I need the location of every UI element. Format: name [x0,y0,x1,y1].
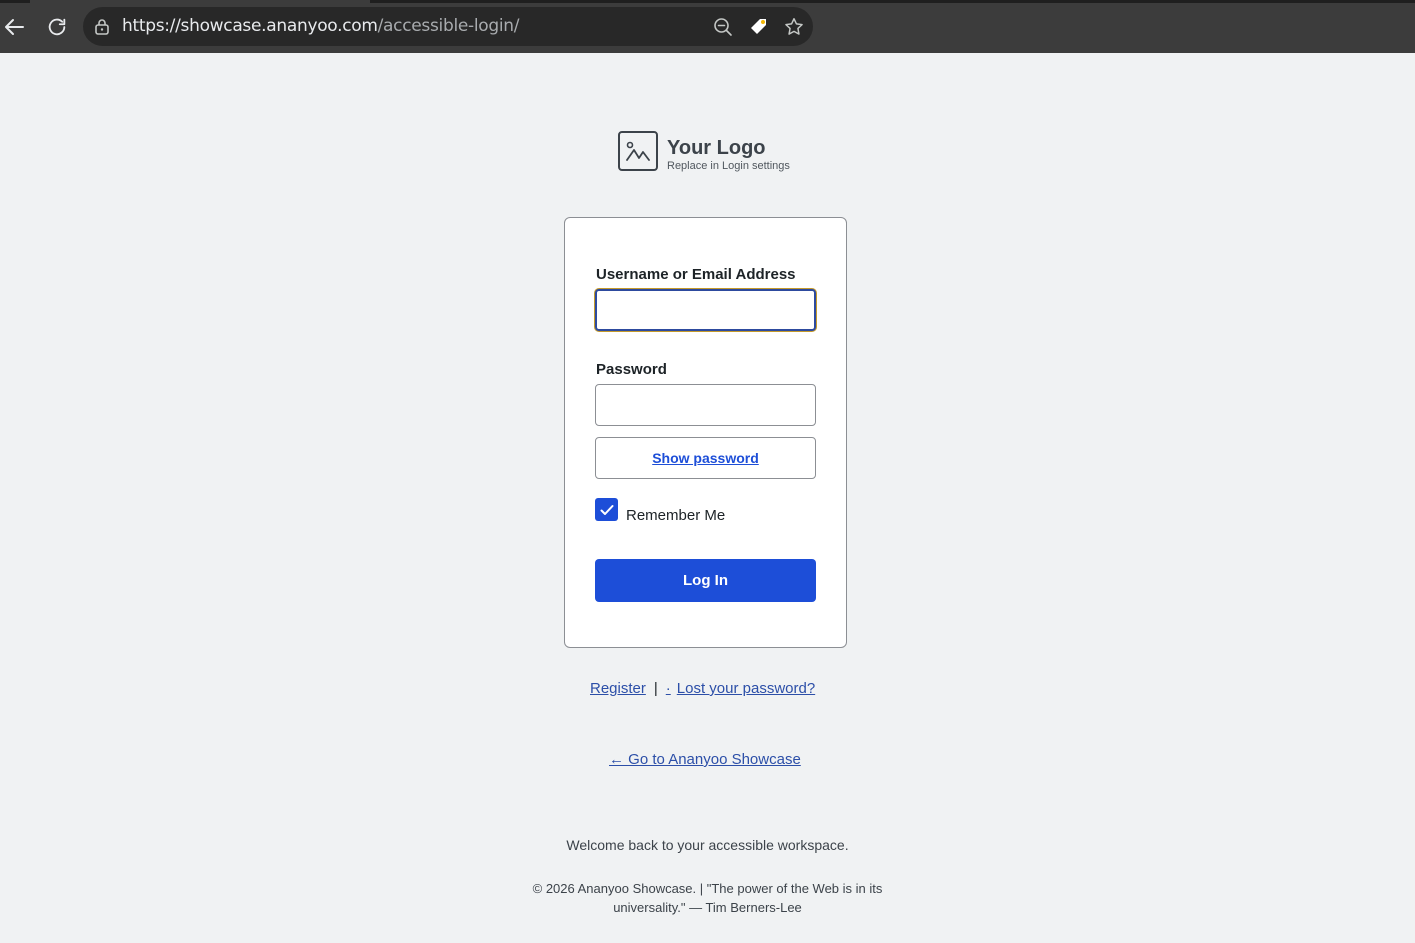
link-bullet: · [665,680,671,697]
username-input[interactable] [595,289,816,331]
price-tag-icon[interactable] [748,16,770,38]
show-password-label: Show password [652,450,759,466]
reload-icon[interactable] [43,13,71,41]
logo-subtitle: Replace in Login settings [667,160,790,172]
checkmark-icon [600,504,613,515]
auth-links: Register | · Lost your password? [590,680,815,697]
show-password-button[interactable]: Show password [595,437,816,479]
password-input[interactable] [595,384,816,426]
login-button[interactable]: Log In [595,559,816,602]
bookmark-star-icon[interactable] [783,16,805,38]
login-page: Your Logo Replace in Login settings User… [0,53,1415,943]
link-separator: | [653,680,658,697]
browser-toolbar: https://showcase.ananyoo.com/accessible-… [0,0,1415,53]
back-arrow-icon[interactable] [0,13,28,41]
site-logo[interactable]: Your Logo Replace in Login settings [618,131,818,175]
url-host: https://showcase.ananyoo.com [122,16,378,36]
logo-image-icon [618,131,658,171]
lost-password-link[interactable]: Lost your password? [677,680,815,697]
footer-line-1: © 2026 Ananyoo Showcase. | "The power of… [532,881,883,896]
password-label: Password [596,361,667,378]
address-bar[interactable]: https://showcase.ananyoo.com/accessible-… [83,7,813,46]
login-form: Username or Email Address Password Show … [564,217,847,648]
active-tab[interactable] [30,0,370,3]
register-link[interactable]: Register [590,680,646,697]
footer-line-2: universality." — Tim Berners-Lee [613,900,802,915]
remember-me-checkbox[interactable] [595,498,618,521]
zoom-out-icon[interactable] [712,16,734,38]
url-path: /accessible-login/ [377,16,520,36]
tab-strip [0,0,1415,3]
welcome-message: Welcome back to your accessible workspac… [566,837,849,853]
logo-title: Your Logo [667,137,766,159]
site-info-icon[interactable] [94,18,110,35]
back-to-site-link[interactable]: ← Go to Ananyoo Showcase [609,751,801,768]
footer: © 2026 Ananyoo Showcase. | "The power of… [520,879,895,917]
username-label: Username or Email Address [596,266,796,283]
url-text[interactable]: https://showcase.ananyoo.com/accessible-… [122,16,520,36]
remember-me-label[interactable]: Remember Me [626,507,725,524]
